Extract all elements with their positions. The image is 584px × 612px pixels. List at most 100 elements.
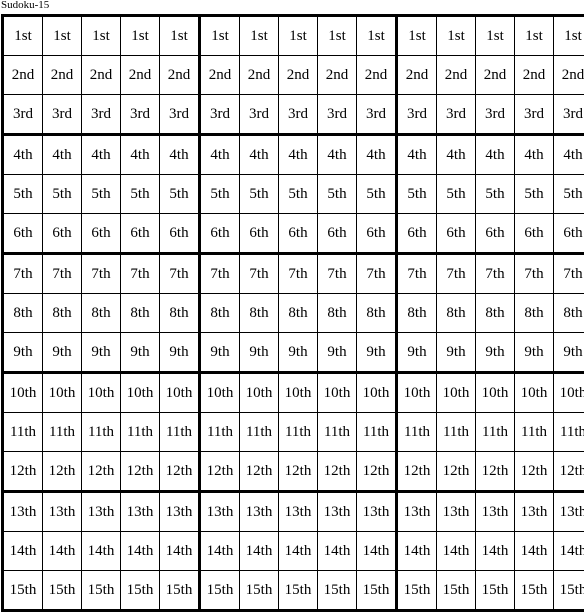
grid-cell[interactable]: 9th xyxy=(437,333,476,373)
grid-cell[interactable]: 1st xyxy=(3,16,43,56)
grid-cell[interactable]: 3rd xyxy=(43,95,82,135)
grid-cell[interactable]: 15th xyxy=(200,571,240,611)
grid-cell[interactable]: 14th xyxy=(279,532,318,571)
grid-cell[interactable]: 14th xyxy=(357,532,397,571)
grid-cell[interactable]: 3rd xyxy=(240,95,279,135)
grid-cell[interactable]: 8th xyxy=(357,294,397,333)
grid-cell[interactable]: 6th xyxy=(554,214,584,254)
grid-cell[interactable]: 14th xyxy=(437,532,476,571)
grid-cell[interactable]: 11th xyxy=(43,413,82,452)
grid-cell[interactable]: 11th xyxy=(160,413,200,452)
grid-cell[interactable]: 13th xyxy=(240,492,279,532)
grid-cell[interactable]: 14th xyxy=(43,532,82,571)
grid-cell[interactable]: 9th xyxy=(160,333,200,373)
grid-cell[interactable]: 1st xyxy=(357,16,397,56)
grid-cell[interactable]: 2nd xyxy=(397,56,437,95)
grid-cell[interactable]: 1st xyxy=(160,16,200,56)
grid-cell[interactable]: 7th xyxy=(437,254,476,294)
grid-cell[interactable]: 10th xyxy=(240,373,279,413)
grid-cell[interactable]: 8th xyxy=(318,294,357,333)
grid-cell[interactable]: 6th xyxy=(240,214,279,254)
grid-cell[interactable]: 1st xyxy=(515,16,554,56)
grid-cell[interactable]: 10th xyxy=(476,373,515,413)
grid-cell[interactable]: 10th xyxy=(82,373,121,413)
grid-cell[interactable]: 10th xyxy=(397,373,437,413)
grid-cell[interactable]: 7th xyxy=(160,254,200,294)
grid-cell[interactable]: 14th xyxy=(82,532,121,571)
grid-cell[interactable]: 6th xyxy=(476,214,515,254)
grid-cell[interactable]: 12th xyxy=(357,452,397,492)
grid-cell[interactable]: 3rd xyxy=(554,95,584,135)
grid-cell[interactable]: 1st xyxy=(200,16,240,56)
grid-cell[interactable]: 9th xyxy=(3,333,43,373)
grid-cell[interactable]: 2nd xyxy=(200,56,240,95)
grid-cell[interactable]: 13th xyxy=(121,492,160,532)
grid-cell[interactable]: 7th xyxy=(240,254,279,294)
grid-cell[interactable]: 15th xyxy=(397,571,437,611)
grid-cell[interactable]: 4th xyxy=(554,135,584,175)
grid-cell[interactable]: 5th xyxy=(279,175,318,214)
grid-cell[interactable]: 13th xyxy=(318,492,357,532)
grid-cell[interactable]: 3rd xyxy=(476,95,515,135)
grid-cell[interactable]: 2nd xyxy=(554,56,584,95)
grid-cell[interactable]: 10th xyxy=(160,373,200,413)
grid-cell[interactable]: 8th xyxy=(437,294,476,333)
grid-cell[interactable]: 2nd xyxy=(3,56,43,95)
grid-cell[interactable]: 12th xyxy=(318,452,357,492)
grid-cell[interactable]: 12th xyxy=(397,452,437,492)
grid-cell[interactable]: 4th xyxy=(240,135,279,175)
grid-cell[interactable]: 13th xyxy=(3,492,43,532)
grid-cell[interactable]: 14th xyxy=(554,532,584,571)
grid-cell[interactable]: 7th xyxy=(3,254,43,294)
grid-cell[interactable]: 7th xyxy=(82,254,121,294)
grid-cell[interactable]: 10th xyxy=(43,373,82,413)
grid-cell[interactable]: 12th xyxy=(82,452,121,492)
grid-cell[interactable]: 14th xyxy=(240,532,279,571)
grid-cell[interactable]: 3rd xyxy=(357,95,397,135)
grid-cell[interactable]: 12th xyxy=(121,452,160,492)
grid-cell[interactable]: 3rd xyxy=(200,95,240,135)
grid-cell[interactable]: 5th xyxy=(121,175,160,214)
grid-cell[interactable]: 6th xyxy=(437,214,476,254)
grid-cell[interactable]: 9th xyxy=(279,333,318,373)
grid-cell[interactable]: 6th xyxy=(200,214,240,254)
grid-cell[interactable]: 10th xyxy=(318,373,357,413)
grid-cell[interactable]: 4th xyxy=(3,135,43,175)
grid-cell[interactable]: 1st xyxy=(279,16,318,56)
grid-cell[interactable]: 11th xyxy=(397,413,437,452)
grid-cell[interactable]: 10th xyxy=(279,373,318,413)
grid-cell[interactable]: 7th xyxy=(515,254,554,294)
grid-cell[interactable]: 4th xyxy=(82,135,121,175)
grid-cell[interactable]: 7th xyxy=(357,254,397,294)
grid-cell[interactable]: 12th xyxy=(200,452,240,492)
grid-cell[interactable]: 7th xyxy=(476,254,515,294)
grid-cell[interactable]: 2nd xyxy=(437,56,476,95)
grid-cell[interactable]: 14th xyxy=(476,532,515,571)
grid-cell[interactable]: 8th xyxy=(515,294,554,333)
grid-cell[interactable]: 3rd xyxy=(121,95,160,135)
grid-cell[interactable]: 2nd xyxy=(160,56,200,95)
grid-cell[interactable]: 9th xyxy=(200,333,240,373)
grid-cell[interactable]: 2nd xyxy=(43,56,82,95)
grid-cell[interactable]: 12th xyxy=(554,452,584,492)
grid-cell[interactable]: 9th xyxy=(554,333,584,373)
grid-cell[interactable]: 11th xyxy=(318,413,357,452)
grid-cell[interactable]: 4th xyxy=(279,135,318,175)
grid-cell[interactable]: 4th xyxy=(357,135,397,175)
grid-cell[interactable]: 8th xyxy=(397,294,437,333)
grid-cell[interactable]: 5th xyxy=(3,175,43,214)
grid-cell[interactable]: 13th xyxy=(357,492,397,532)
grid-cell[interactable]: 9th xyxy=(397,333,437,373)
grid-cell[interactable]: 12th xyxy=(476,452,515,492)
grid-cell[interactable]: 9th xyxy=(476,333,515,373)
grid-cell[interactable]: 4th xyxy=(43,135,82,175)
grid-cell[interactable]: 9th xyxy=(318,333,357,373)
grid-cell[interactable]: 6th xyxy=(3,214,43,254)
grid-cell[interactable]: 8th xyxy=(43,294,82,333)
grid-cell[interactable]: 3rd xyxy=(437,95,476,135)
grid-cell[interactable]: 3rd xyxy=(318,95,357,135)
grid-cell[interactable]: 3rd xyxy=(279,95,318,135)
grid-cell[interactable]: 10th xyxy=(3,373,43,413)
grid-cell[interactable]: 5th xyxy=(437,175,476,214)
grid-cell[interactable]: 13th xyxy=(82,492,121,532)
